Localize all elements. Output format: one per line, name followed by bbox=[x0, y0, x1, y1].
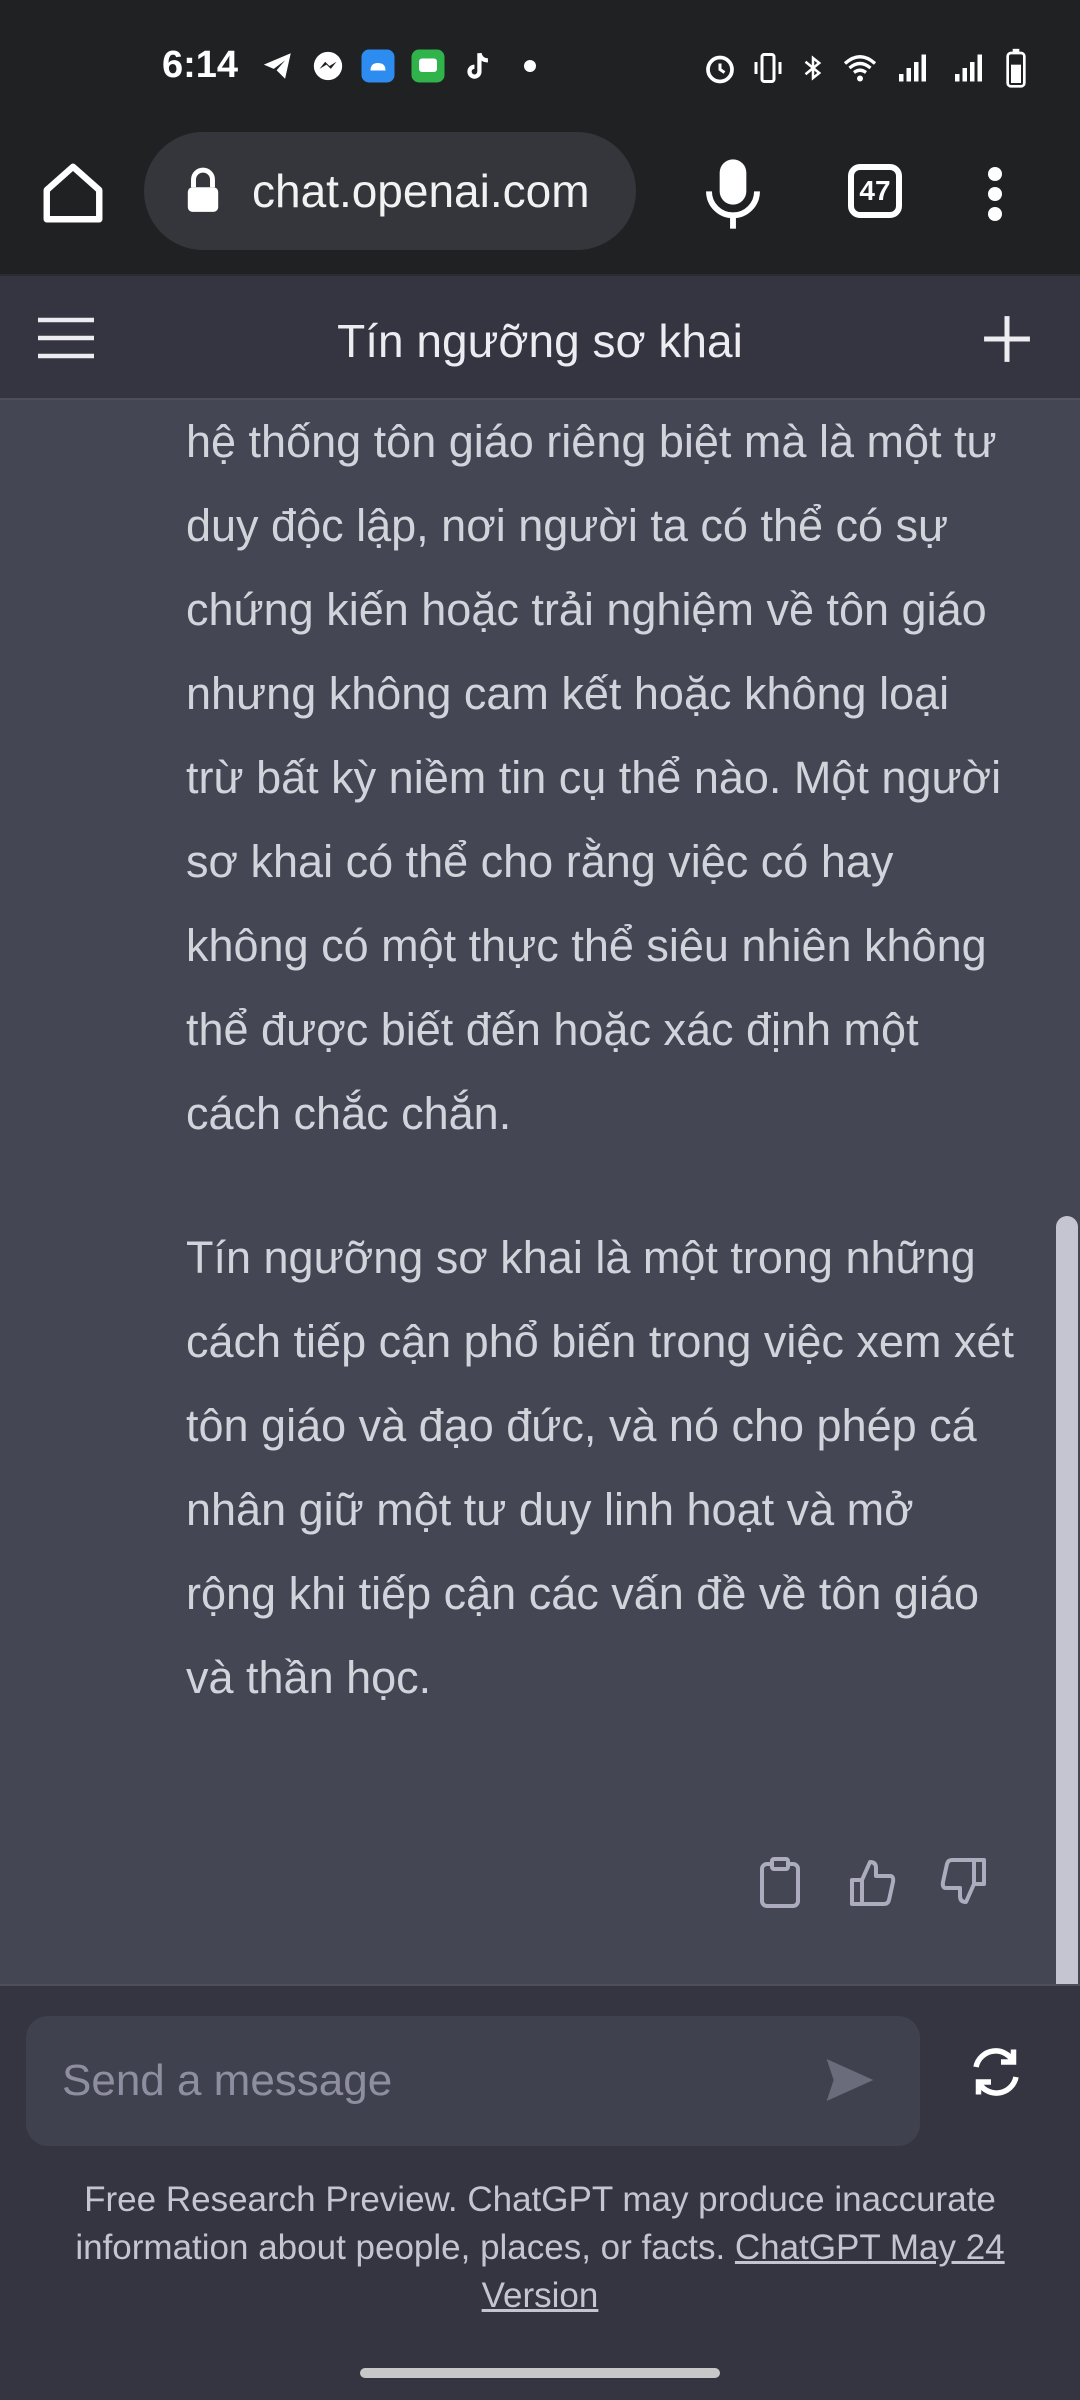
scrollbar-thumb[interactable] bbox=[1056, 1216, 1078, 1996]
system-icons bbox=[702, 48, 1028, 88]
more-notifications-dot bbox=[524, 60, 536, 72]
tiktok-icon bbox=[460, 48, 496, 84]
chat-title: Tín ngưỡng sơ khai bbox=[337, 315, 743, 367]
voice-search-button[interactable] bbox=[700, 154, 766, 234]
tab-switcher-button[interactable]: 47 bbox=[848, 164, 902, 218]
alarm-icon bbox=[706, 55, 734, 84]
new-chat-button[interactable] bbox=[982, 314, 1032, 364]
thumbs-up-icon bbox=[850, 1860, 896, 1906]
vibrate-icon bbox=[754, 53, 782, 83]
message-paragraph: hệ thống tôn giáo riêng biệt mà là một t… bbox=[186, 416, 1002, 1139]
url-text: chat.openai.com bbox=[252, 165, 590, 217]
wifi-icon bbox=[843, 55, 877, 82]
thumbs-down-button[interactable] bbox=[940, 1856, 988, 1908]
status-bar: 6:14 bbox=[0, 0, 1080, 128]
copy-button[interactable] bbox=[756, 1856, 804, 1908]
clipboard-icon bbox=[760, 1857, 800, 1908]
refresh-icon bbox=[973, 2048, 1019, 2096]
regenerate-button[interactable] bbox=[966, 2042, 1026, 2102]
chat-header: Tín ngưỡng sơ khai bbox=[0, 274, 1080, 400]
plus-icon bbox=[984, 316, 1030, 362]
lock-icon bbox=[187, 167, 219, 212]
browser-menu-button[interactable] bbox=[980, 164, 1010, 224]
battery-icon bbox=[1006, 48, 1026, 88]
browser-toolbar: chat.openai.com 47 bbox=[0, 128, 1080, 274]
composer-area: Send a message Free Research Preview. Ch… bbox=[0, 1984, 1080, 2400]
cloud-app-icon bbox=[360, 48, 396, 84]
home-button[interactable] bbox=[38, 158, 108, 228]
assistant-message: hệ thống tôn giáo riêng biệt mà là một t… bbox=[0, 400, 1080, 1984]
messenger-icon bbox=[310, 48, 346, 84]
telegram-icon bbox=[260, 48, 296, 84]
gesture-nav-handle[interactable] bbox=[360, 2368, 720, 2378]
messages-app-icon bbox=[410, 48, 446, 84]
message-paragraph: Tín ngưỡng sơ khai là một trong những cá… bbox=[186, 1232, 1014, 1703]
more-vert-icon bbox=[988, 167, 1002, 221]
signal-icon-1 bbox=[899, 54, 926, 82]
send-icon bbox=[826, 2059, 874, 2101]
microphone-icon bbox=[706, 159, 760, 229]
disclaimer-text: Free Research Preview. ChatGPT may produ… bbox=[40, 2176, 1040, 2320]
bluetooth-icon bbox=[804, 55, 822, 81]
thumbs-down-icon bbox=[940, 1858, 986, 1904]
message-input[interactable]: Send a message bbox=[26, 2016, 920, 2146]
address-bar[interactable]: chat.openai.com bbox=[144, 132, 636, 250]
message-input-placeholder: Send a message bbox=[62, 2056, 393, 2105]
message-body: hệ thống tôn giáo riêng biệt mà là một t… bbox=[186, 400, 1016, 1780]
home-icon bbox=[43, 163, 103, 223]
signal-icon-2 bbox=[955, 54, 982, 82]
notification-icons bbox=[260, 48, 536, 84]
status-time: 6:14 bbox=[162, 44, 239, 86]
message-actions bbox=[756, 1856, 988, 1908]
thumbs-up-button[interactable] bbox=[848, 1856, 896, 1908]
send-button[interactable] bbox=[822, 2052, 878, 2108]
